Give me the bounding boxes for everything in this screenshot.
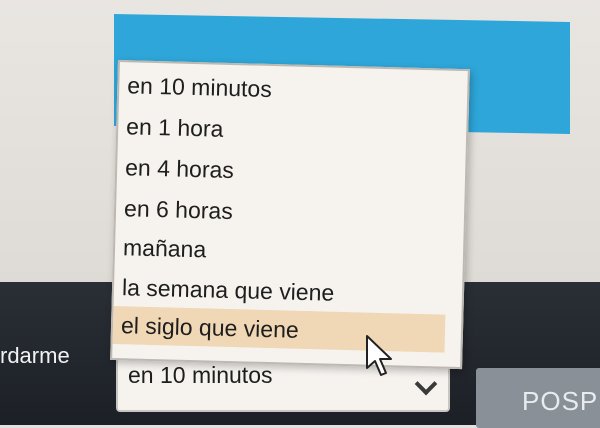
select-value: en 10 minutos — [128, 362, 273, 388]
dropdown-option[interactable]: la semana que viene — [122, 268, 335, 312]
dropdown-option-highlighted[interactable]: el siglo que viene — [112, 305, 446, 353]
dropdown-option[interactable]: en 10 minutos — [127, 66, 272, 108]
postpone-button[interactable]: POSP — [476, 368, 600, 428]
dropdown-option[interactable]: mañana — [123, 228, 207, 268]
dropdown-list: en 10 minutos en 1 hora en 4 horas en 6 … — [110, 60, 470, 370]
dropdown-option[interactable]: en 1 hora — [126, 107, 224, 148]
dropdown-option[interactable]: en 4 horas — [125, 148, 235, 189]
remind-me-label: rdarme — [0, 343, 70, 368]
mouse-pointer-icon — [366, 335, 392, 376]
dropdown-option[interactable]: en 6 horas — [124, 189, 234, 230]
chevron-down-icon[interactable] — [414, 372, 438, 396]
